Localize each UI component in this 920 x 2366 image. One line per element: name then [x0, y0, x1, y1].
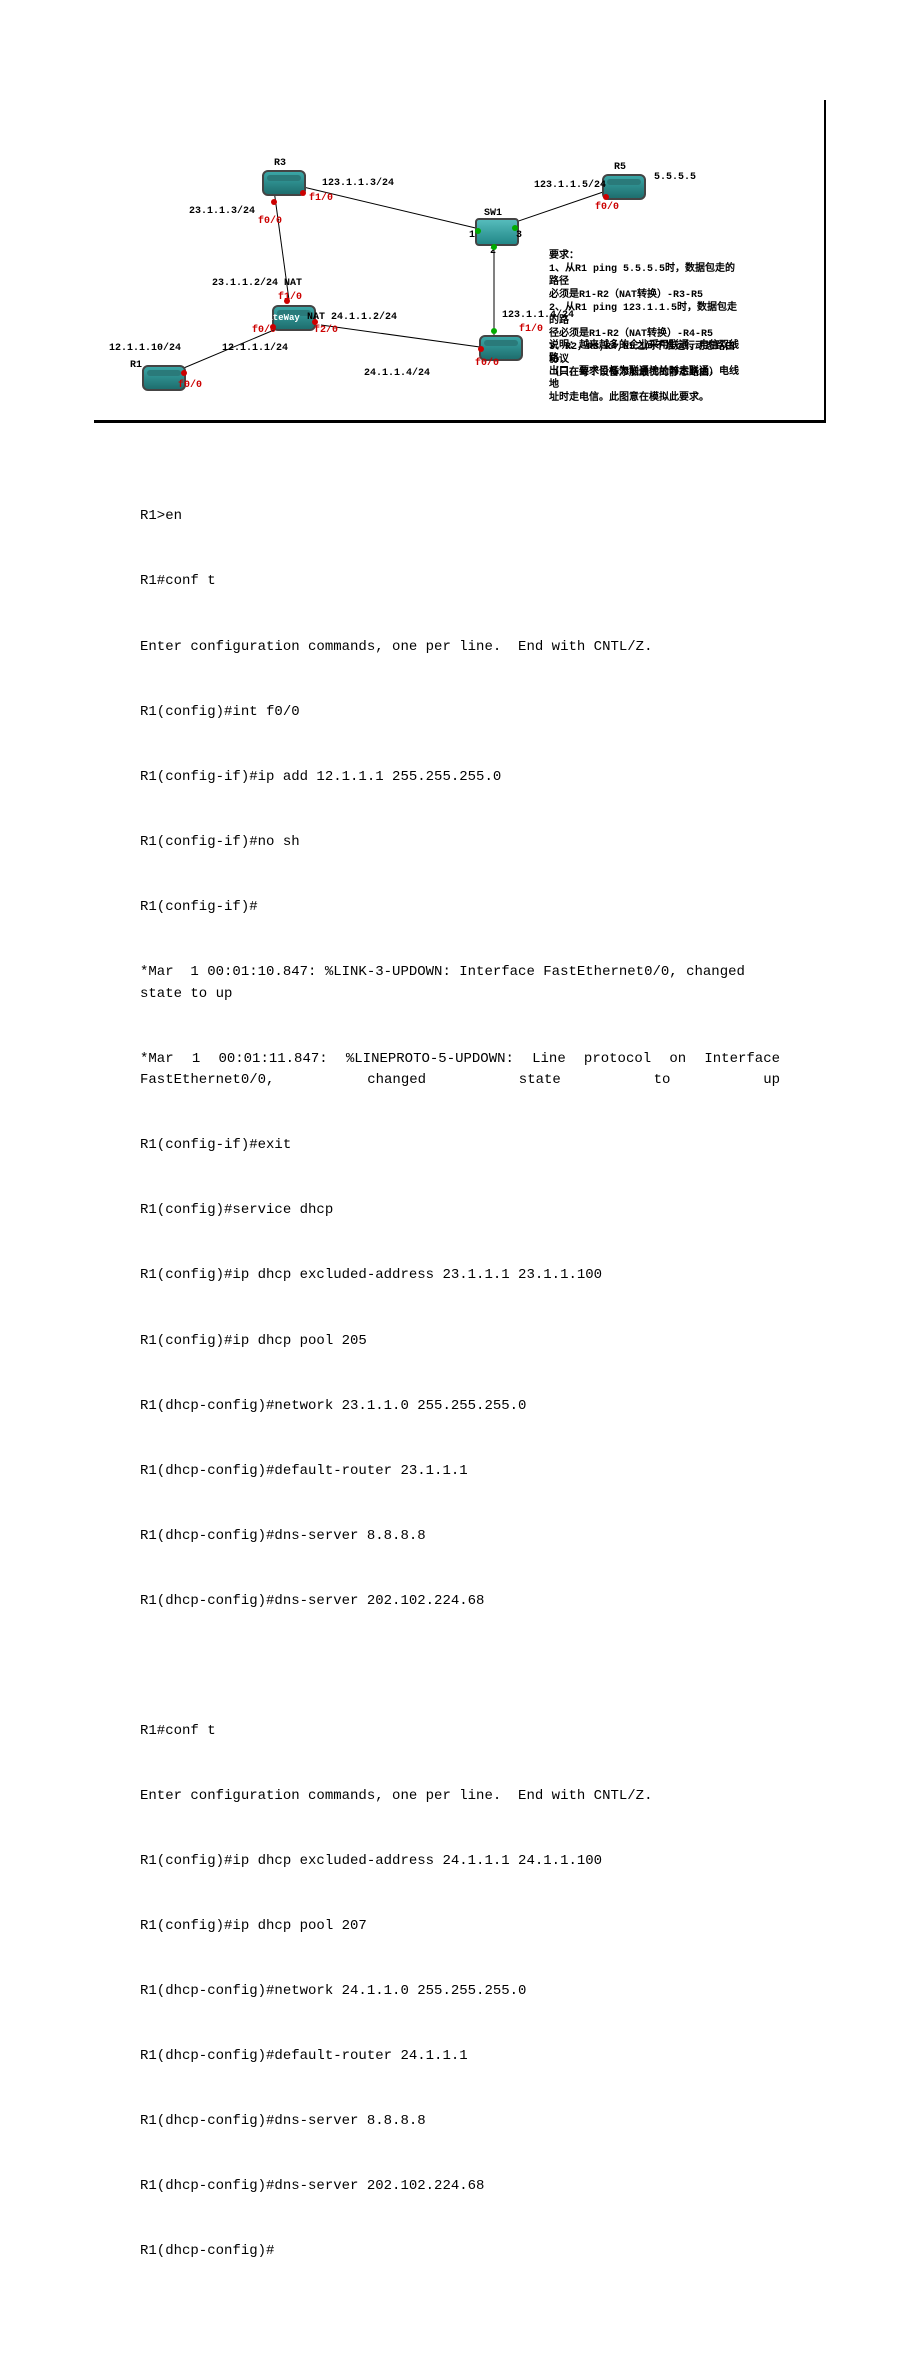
cli-line: Enter configuration commands, one per li…	[140, 637, 780, 659]
desc-2: 出口，要求目标为联通地址时走联通，电线地	[549, 366, 739, 392]
port-r1-f00: f0/0	[178, 380, 202, 391]
ip-label-23-1-1-3: 23.1.1.3/24	[189, 206, 255, 217]
cli-line: R1(config-if)#	[140, 897, 780, 919]
nat-label-2: NAT 24.1.1.2/24	[307, 312, 397, 323]
cli-line: R1(config)#ip dhcp pool 205	[140, 1331, 780, 1353]
req-2a: 2、从R1 ping 123.1.1.5时，数据包走的路	[549, 302, 739, 328]
ip-label-5-5-5-5: 5.5.5.5	[654, 172, 696, 183]
description-box: 说明：越来越多的企业采用联通、电信双线路 出口，要求目标为联通地址时走联通，电线…	[549, 340, 739, 405]
cli-line: R1#conf t	[140, 571, 780, 593]
status-dot-icon	[312, 319, 318, 325]
status-dot-icon	[271, 199, 277, 205]
gateway-label: GateWay	[262, 313, 300, 323]
ip-label-123-1-1-5: 123.1.1.5/24	[534, 180, 606, 191]
ip-label-12-1-1-1: 12.1.1.1/24	[222, 343, 288, 354]
cli-line: R1(dhcp-config)#network 23.1.1.0 255.255…	[140, 1396, 780, 1418]
ip-label-123-1-1-3: 123.1.1.3/24	[322, 178, 394, 189]
cli-line: R1(dhcp-config)#dns-server 8.8.8.8	[140, 2111, 780, 2133]
status-dot-icon	[603, 194, 609, 200]
router-r5-label: R5	[614, 162, 626, 173]
ip-label-12-1-1-10: 12.1.1.10/24	[109, 343, 181, 354]
network-topology-figure: R3 R5 SW1 GateWay R1 123.1.1.3/24 23.1.1…	[94, 100, 822, 410]
desc-1: 说明：越来越多的企业采用联通、电信双线路	[549, 340, 739, 366]
cli-blank	[140, 1656, 780, 1678]
cli-line: R1(dhcp-config)#default-router 24.1.1.1	[140, 2046, 780, 2068]
cli-line: R1(config)#ip dhcp pool 207	[140, 1916, 780, 1938]
cli-line: Enter configuration commands, one per li…	[140, 1786, 780, 1808]
status-dot-icon	[284, 298, 290, 304]
port-r3-f10: f1/0	[309, 193, 333, 204]
cli-line: R1(dhcp-config)#dns-server 202.102.224.6…	[140, 1591, 780, 1613]
cli-line: R1(dhcp-config)#network 24.1.1.0 255.255…	[140, 1981, 780, 2003]
desc-3: 址时走电信。此图意在模拟此要求。	[549, 392, 739, 405]
status-dot-icon	[270, 324, 276, 330]
cli-line: R1(dhcp-config)#dns-server 202.102.224.6…	[140, 2176, 780, 2198]
cli-line: R1(config-if)#exit	[140, 1135, 780, 1157]
cli-line: R1(dhcp-config)#default-router 23.1.1.1	[140, 1461, 780, 1483]
port-gw-f10: f1/0	[278, 292, 302, 303]
status-dot-icon	[491, 328, 497, 334]
cli-line: R1(config)#ip dhcp excluded-address 24.1…	[140, 1851, 780, 1873]
cli-line: *Mar 1 00:01:11.847: %LINEPROTO-5-UPDOWN…	[140, 1049, 780, 1092]
cli-line: R1(dhcp-config)#	[140, 2241, 780, 2263]
req-1a: 1、从R1 ping 5.5.5.5时，数据包走的路径	[549, 263, 739, 289]
port-gw-f20: f2/0	[314, 325, 338, 336]
cli-line: R1(config)#service dhcp	[140, 1200, 780, 1222]
figure-frame: R3 R5 SW1 GateWay R1 123.1.1.3/24 23.1.1…	[94, 100, 826, 423]
cli-line: R1(config-if)#ip add 12.1.1.1 255.255.25…	[140, 767, 780, 789]
port-sw1-3: 3	[516, 230, 522, 241]
status-dot-icon	[512, 225, 518, 231]
status-dot-icon	[478, 346, 484, 352]
status-dot-icon	[491, 244, 497, 250]
port-r4-f10: f1/0	[519, 324, 543, 335]
cli-line: R1>en	[140, 506, 780, 528]
port-r5-f00: f0/0	[595, 202, 619, 213]
cli-line: R1(dhcp-config)#dns-server 8.8.8.8	[140, 1526, 780, 1548]
router-r1-label: R1	[130, 360, 142, 371]
cli-line: R1(config)#ip dhcp excluded-address 23.1…	[140, 1265, 780, 1287]
status-dot-icon	[300, 190, 306, 196]
req-title: 要求：	[549, 250, 739, 263]
req-1b: 必须是R1-R2（NAT转换）-R3-R5	[549, 289, 739, 302]
ip-label-24-1-1-4: 24.1.1.4/24	[364, 368, 430, 379]
router-r3-label: R3	[274, 158, 286, 169]
switch-sw1-icon	[475, 218, 519, 246]
cli-line: *Mar 1 00:01:10.847: %LINK-3-UPDOWN: Int…	[140, 962, 780, 1005]
port-r3-f00: f0/0	[258, 216, 282, 227]
cli-line: R1(config-if)#no sh	[140, 832, 780, 854]
cli-line: R1#conf t	[140, 1721, 780, 1743]
nat-label-1: 23.1.1.2/24 NAT	[212, 278, 302, 289]
cli-line: R1(config)#int f0/0	[140, 702, 780, 724]
terminal-output: R1>en R1#conf t Enter configuration comm…	[140, 463, 780, 2306]
port-r4-f00: f0/0	[475, 358, 499, 369]
page: R3 R5 SW1 GateWay R1 123.1.1.3/24 23.1.1…	[0, 100, 920, 2306]
switch-sw1-label: SW1	[484, 208, 502, 219]
status-dot-icon	[475, 228, 481, 234]
status-dot-icon	[181, 370, 187, 376]
